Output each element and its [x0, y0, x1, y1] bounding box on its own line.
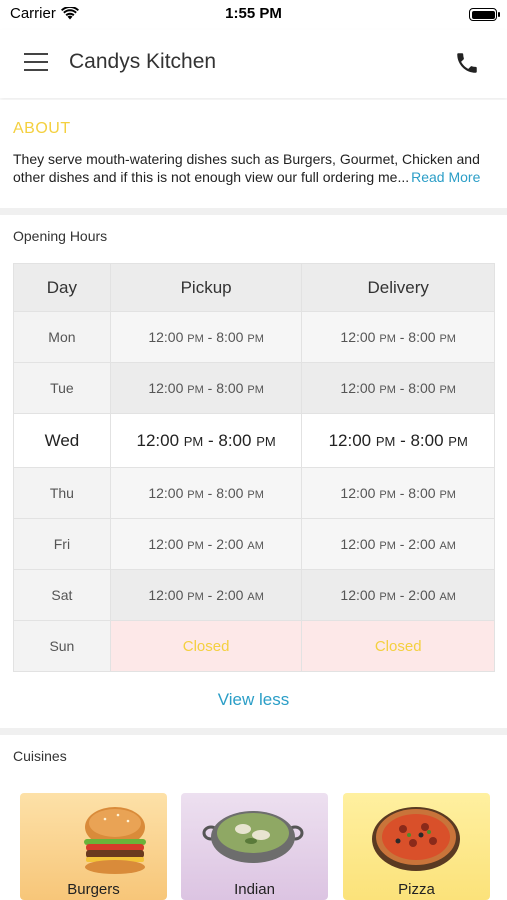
read-more-link[interactable]: Read More — [411, 168, 480, 186]
day-cell: Tue — [13, 362, 111, 414]
header-day: Day — [13, 263, 111, 312]
day-cell: Mon — [13, 311, 111, 363]
table-row-fri: Fri 12:00 PM - 2:00 AM 12:00 PM - 2:00 A… — [13, 518, 495, 570]
day-cell: Sun — [13, 620, 111, 672]
about-section: ABOUT They serve mouth-watering dishes s… — [0, 100, 507, 208]
about-description: They serve mouth-watering dishes such as… — [13, 150, 493, 186]
about-line-2-wrap: other dishes and if this is not enough v… — [13, 168, 493, 186]
phone-icon[interactable] — [454, 50, 480, 76]
delivery-cell: 12:00 PM - 8:00 PM — [301, 467, 495, 519]
pickup-cell: 12:00 PM - 8:00 PM — [109, 311, 303, 363]
pickup-closed-cell: Closed — [109, 620, 303, 672]
burger-icon — [84, 807, 146, 874]
day-cell: Fri — [13, 518, 111, 570]
delivery-cell: 12:00 PM - 2:00 AM — [301, 569, 495, 621]
curry-bowl-icon — [202, 811, 304, 863]
table-row-mon: Mon 12:00 PM - 8:00 PM 12:00 PM - 8:00 P… — [13, 311, 495, 363]
pickup-cell: 12:00 PM - 8:00 PM — [109, 413, 303, 468]
section-divider — [0, 208, 507, 215]
about-line-2: other dishes and if this is not enough v… — [13, 169, 398, 185]
header-pickup: Pickup — [109, 263, 303, 312]
status-time: 1:55 PM — [225, 5, 282, 22]
cuisines-label: Cuisines — [13, 748, 67, 764]
opening-hours-table: Day Pickup Delivery Mon 12:00 PM - 8:00 … — [13, 263, 495, 672]
table-row-wed-today: Wed 12:00 PM - 8:00 PM 12:00 PM - 8:00 P… — [13, 413, 495, 468]
cuisine-card-pizza[interactable]: Pizza — [343, 793, 490, 900]
status-bar: Carrier 1:55 PM — [0, 0, 507, 30]
hamburger-icon[interactable] — [24, 53, 48, 72]
about-line-1: They serve mouth-watering dishes such as… — [13, 151, 480, 167]
delivery-closed-cell: Closed — [301, 620, 495, 672]
header-delivery: Delivery — [301, 263, 495, 312]
pickup-cell: 12:00 PM - 2:00 AM — [109, 569, 303, 621]
delivery-cell: 12:00 PM - 8:00 PM — [301, 413, 495, 468]
pizza-icon — [372, 807, 460, 871]
day-cell: Thu — [13, 467, 111, 519]
page-title: Candys Kitchen — [69, 50, 217, 73]
cuisine-card-burgers[interactable]: Burgers — [20, 793, 167, 900]
opening-hours-label: Opening Hours — [13, 228, 108, 244]
day-cell: Wed — [13, 413, 111, 468]
table-row-sun: Sun Closed Closed — [13, 620, 495, 672]
day-cell: Sat — [13, 569, 111, 621]
pickup-cell: 12:00 PM - 2:00 AM — [109, 518, 303, 570]
section-divider — [0, 728, 507, 735]
cuisine-card-indian[interactable]: Indian — [181, 793, 328, 900]
table-header-row: Day Pickup Delivery — [13, 263, 495, 312]
about-ellipsis: ... — [397, 169, 410, 185]
table-row-tue: Tue 12:00 PM - 8:00 PM 12:00 PM - 8:00 P… — [13, 362, 495, 414]
view-less-link[interactable]: View less — [0, 690, 507, 710]
app-header: Candys Kitchen — [0, 30, 507, 98]
cuisine-name: Pizza — [398, 881, 435, 898]
pickup-cell: 12:00 PM - 8:00 PM — [109, 467, 303, 519]
delivery-cell: 12:00 PM - 8:00 PM — [301, 362, 495, 414]
cuisine-name: Burgers — [67, 881, 120, 898]
table-row-sat: Sat 12:00 PM - 2:00 AM 12:00 PM - 2:00 A… — [13, 569, 495, 621]
battery-level-fill — [471, 10, 495, 19]
delivery-cell: 12:00 PM - 8:00 PM — [301, 311, 495, 363]
table-row-thu: Thu 12:00 PM - 8:00 PM 12:00 PM - 8:00 P… — [13, 467, 495, 519]
delivery-cell: 12:00 PM - 2:00 AM — [301, 518, 495, 570]
pickup-cell: 12:00 PM - 8:00 PM — [109, 362, 303, 414]
cuisine-name: Indian — [234, 881, 275, 898]
battery-icon — [469, 8, 500, 21]
about-title: ABOUT — [13, 120, 71, 137]
